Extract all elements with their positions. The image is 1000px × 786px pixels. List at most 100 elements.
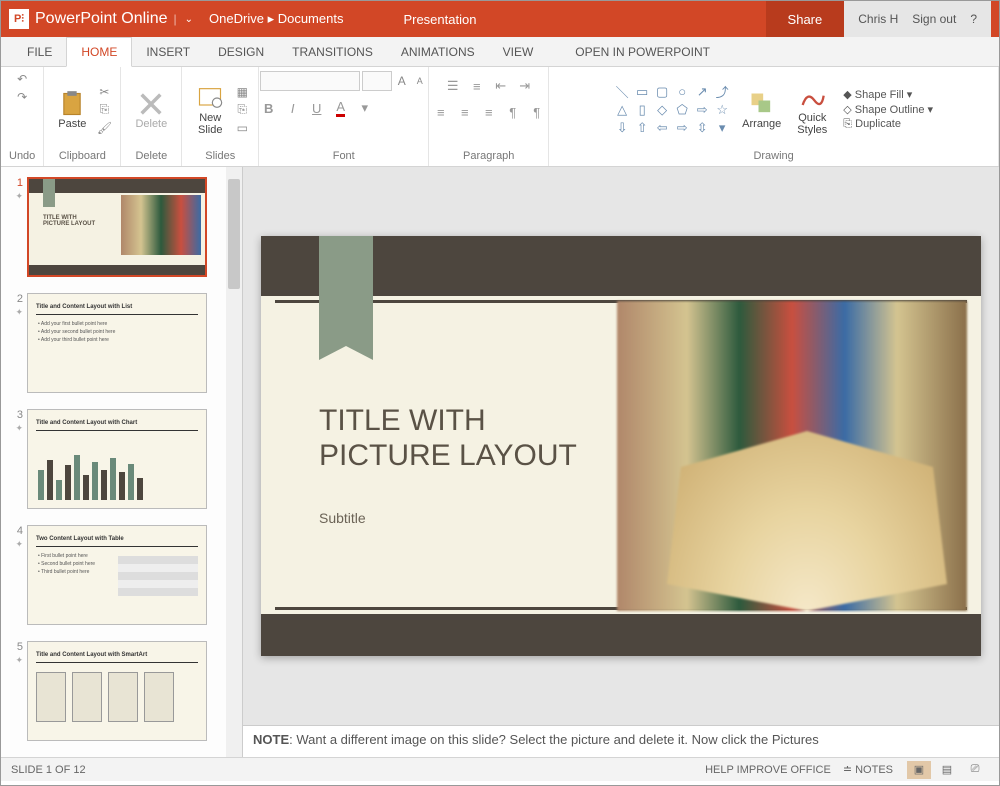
cut-icon[interactable]: ✂	[96, 84, 112, 100]
slide-thumb-3[interactable]: Title and Content Layout with Chart	[27, 409, 207, 509]
slide-thumb-1[interactable]: TITLE WITH PICTURE LAYOUT	[27, 177, 207, 277]
delete-button[interactable]: Delete	[129, 86, 173, 134]
arrow-updown-icon[interactable]: ⇳	[694, 120, 710, 136]
tab-home[interactable]: HOME	[66, 37, 132, 67]
thumb-number-3: 3✦	[5, 409, 27, 509]
star-icon[interactable]: ☆	[714, 102, 730, 118]
arrow-left-icon[interactable]: ⇦	[654, 120, 670, 136]
tab-transitions[interactable]: TRANSITIONS	[278, 38, 387, 66]
duplicate-button[interactable]: ⎘ Duplicate	[843, 118, 933, 131]
tab-insert[interactable]: INSERT	[132, 38, 204, 66]
more-font-icon[interactable]: ▾	[356, 99, 374, 117]
italic-button[interactable]: I	[284, 99, 302, 117]
rect2-icon[interactable]: ▯	[634, 102, 650, 118]
user-name[interactable]: Chris H	[858, 12, 898, 26]
align-left-icon[interactable]: ≡	[432, 103, 450, 121]
font-color-button[interactable]: A	[332, 99, 350, 117]
tab-open-in-powerpoint[interactable]: OPEN IN POWERPOINT	[561, 38, 724, 66]
tab-view[interactable]: VIEW	[489, 38, 548, 66]
font-size-select[interactable]	[362, 71, 392, 91]
notes-pane[interactable]: NOTE: Want a different image on this sli…	[243, 725, 999, 757]
arrow-down-icon[interactable]: ⇩	[614, 120, 630, 136]
diamond-icon[interactable]: ◇	[654, 102, 670, 118]
group-clipboard: Paste ✂ ⎘ 🖌 Clipboard	[44, 67, 121, 166]
format-painter-icon[interactable]: 🖌	[96, 120, 112, 136]
group-slides-label: Slides	[205, 150, 235, 162]
tab-file[interactable]: FILE	[13, 38, 66, 66]
arrow-right-icon[interactable]: ⇨	[674, 120, 690, 136]
align-center-icon[interactable]: ≡	[456, 103, 474, 121]
oval-shape-icon[interactable]: ○	[674, 84, 690, 100]
connector-icon[interactable]: ⤴	[714, 84, 730, 100]
arrow-up-icon[interactable]: ⇧	[634, 120, 650, 136]
underline-button[interactable]: U	[308, 99, 326, 117]
app-menu-caret[interactable]: ⌄	[185, 14, 193, 25]
group-slides: New Slide ▦ ⎘ ▭ Slides	[182, 67, 259, 166]
rtl-icon[interactable]: ¶	[528, 103, 546, 121]
thumbs-scrollbar[interactable]	[226, 167, 242, 757]
ribbon-tabs: FILE HOME INSERT DESIGN TRANSITIONS ANIM…	[1, 37, 999, 67]
thumb-number-4: 4✦	[5, 525, 27, 625]
tab-design[interactable]: DESIGN	[204, 38, 278, 66]
bullets-icon[interactable]: ☰	[444, 77, 462, 95]
layout-icon[interactable]: ▦	[234, 84, 250, 100]
slide-picture[interactable]	[617, 301, 967, 611]
slide-canvas[interactable]: TITLE WITHPICTURE LAYOUT Subtitle	[243, 167, 999, 725]
bold-button[interactable]: B	[260, 99, 278, 117]
slide-thumb-2[interactable]: Title and Content Layout with List • Add…	[27, 293, 207, 393]
notes-toggle[interactable]: ≐ NOTES	[843, 763, 893, 776]
line-shape-icon[interactable]: ＼	[614, 84, 630, 100]
pentagon-icon[interactable]: ⬠	[674, 102, 690, 118]
shapes-gallery[interactable]: ＼ ▭ ▢ ○ ↗ ⤴ △ ▯ ◇ ⬠ ⇨ ☆ ⇩ ⇧ ⇦ ⇨ ⇳ ▾	[614, 84, 732, 136]
arrow-line-icon[interactable]: ↗	[694, 84, 710, 100]
triangle-icon[interactable]: △	[614, 102, 630, 118]
shape-fill-button[interactable]: ◆ Shape Fill ▾	[843, 88, 933, 101]
slide-ribbon-graphic	[319, 236, 373, 346]
signout-link[interactable]: Sign out	[912, 12, 956, 26]
hide-slide-icon[interactable]: ▭	[234, 120, 250, 136]
thumb-number-5: 5✦	[5, 641, 27, 741]
group-paragraph-label: Paragraph	[463, 150, 514, 162]
shape-outline-button[interactable]: ◇ Shape Outline ▾	[843, 103, 933, 116]
font-family-select[interactable]	[260, 71, 360, 91]
group-undo: ↶ ↷ Undo	[1, 67, 44, 166]
reading-view-icon[interactable]: ▤	[935, 761, 959, 779]
undo-icon[interactable]: ↶	[14, 71, 30, 87]
duplicate-slide-icon[interactable]: ⎘	[234, 102, 250, 118]
status-bar: SLIDE 1 OF 12 HELP IMPROVE OFFICE ≐ NOTE…	[1, 757, 999, 781]
tab-animations[interactable]: ANIMATIONS	[387, 38, 489, 66]
slide-title-text[interactable]: TITLE WITHPICTURE LAYOUT	[319, 404, 577, 473]
copy-icon[interactable]: ⎘	[96, 102, 112, 118]
arrow-shape-icon[interactable]: ⇨	[694, 102, 710, 118]
title-bar: P⫶ PowerPoint Online | ⌄ OneDrive ▸ Docu…	[1, 1, 999, 37]
numbering-icon[interactable]: ≡	[468, 77, 486, 95]
indent-left-icon[interactable]: ⇤	[492, 77, 510, 95]
help-button[interactable]: ?	[970, 12, 977, 26]
grow-font-icon[interactable]: A	[394, 73, 410, 89]
paste-button[interactable]: Paste	[52, 86, 92, 134]
redo-icon[interactable]: ↷	[14, 89, 30, 105]
slideshow-view-icon[interactable]: ⎚	[963, 761, 987, 779]
quick-styles-button[interactable]: Quick Styles	[791, 80, 833, 140]
normal-view-icon[interactable]: ▣	[907, 761, 931, 779]
current-slide[interactable]: TITLE WITHPICTURE LAYOUT Subtitle	[261, 236, 981, 656]
round-rect-icon[interactable]: ▢	[654, 84, 670, 100]
group-drawing-label: Drawing	[753, 150, 793, 162]
thumb-number-1: 1✦	[5, 177, 27, 277]
more-shapes-icon[interactable]: ▾	[714, 120, 730, 136]
workspace: 1✦ TITLE WITH PICTURE LAYOUT 2✦ Title an…	[1, 167, 999, 757]
rect-shape-icon[interactable]: ▭	[634, 84, 650, 100]
slide-subtitle-text[interactable]: Subtitle	[319, 510, 366, 526]
slide-thumb-4[interactable]: Two Content Layout with Table • First bu…	[27, 525, 207, 625]
slide-thumb-5[interactable]: Title and Content Layout with SmartArt	[27, 641, 207, 741]
document-title[interactable]: Presentation	[403, 12, 476, 27]
help-improve-link[interactable]: HELP IMPROVE OFFICE	[705, 764, 831, 776]
shrink-font-icon[interactable]: A	[412, 73, 428, 89]
breadcrumb[interactable]: OneDrive ▸ Documents	[209, 11, 343, 27]
indent-right-icon[interactable]: ⇥	[516, 77, 534, 95]
ltr-icon[interactable]: ¶	[504, 103, 522, 121]
new-slide-button[interactable]: New Slide	[190, 80, 230, 140]
share-button[interactable]: Share	[766, 1, 845, 37]
align-right-icon[interactable]: ≡	[480, 103, 498, 121]
arrange-button[interactable]: Arrange	[736, 86, 787, 134]
